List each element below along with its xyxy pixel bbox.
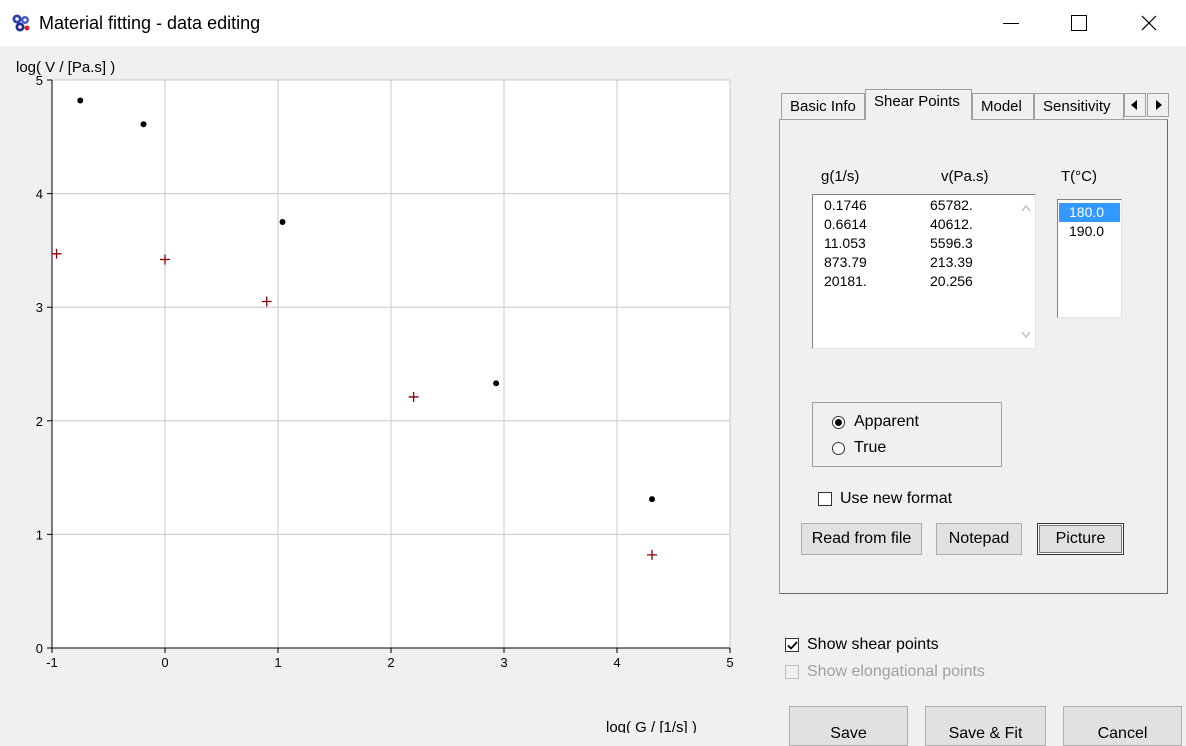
v-value: 40612.: [930, 216, 973, 232]
checkbox-label: Use new format: [840, 490, 953, 507]
checkbox-box: [785, 638, 799, 652]
checkbox-box: [818, 492, 832, 506]
x-tick-label: 2: [387, 655, 394, 670]
checkbox-label: Show shear points: [807, 636, 939, 653]
column-header-t: T(°C): [1061, 168, 1097, 185]
y-tick-label: 3: [36, 300, 43, 315]
arrow-right-icon: [1156, 100, 1162, 110]
save-and-fit-button[interactable]: Save & Fit: [925, 706, 1046, 746]
save-button[interactable]: Save: [789, 706, 908, 746]
g-value: 20181.: [824, 273, 867, 289]
arrow-left-icon: [1131, 100, 1137, 110]
viscosity-chart: -1 0 1 2 3 4 5012345 log( V / [Pa.s] ) log( G …: [16, 59, 734, 733]
minimize-icon: [1003, 22, 1019, 24]
y-tick-label: 4: [36, 187, 43, 202]
list-scrollbar[interactable]: [1017, 195, 1035, 348]
list-item[interactable]: 873.79 213.39: [824, 254, 1014, 273]
list-item[interactable]: 11.053 5596.3: [824, 235, 1014, 254]
g-value: 0.1746: [824, 197, 867, 213]
tab-shear-points[interactable]: Shear Points: [865, 89, 972, 120]
picture-button[interactable]: Picture: [1037, 523, 1124, 555]
checkmark-icon: [786, 640, 798, 650]
cancel-button[interactable]: Cancel: [1063, 706, 1182, 746]
radio-true[interactable]: True: [832, 437, 886, 459]
show-shear-points-checkbox[interactable]: Show shear points: [785, 634, 939, 656]
g-value: 11.053: [824, 235, 866, 251]
g-value: 0.6614: [824, 216, 867, 232]
close-button[interactable]: [1114, 0, 1184, 46]
data-point-dot: [493, 380, 500, 387]
tab-label: Model: [981, 98, 1022, 115]
list-item[interactable]: 20181. 20.256: [824, 273, 1014, 292]
tab-model[interactable]: Model: [972, 93, 1034, 119]
x-tick-label: 0: [161, 655, 168, 670]
v-value: 5596.3: [930, 235, 973, 251]
maximize-icon: [1071, 15, 1087, 31]
minimize-button[interactable]: [976, 0, 1046, 46]
y-tick-label: 2: [36, 414, 43, 429]
x-tick-label: 5: [726, 655, 733, 670]
x-tick-label: 1: [274, 655, 281, 670]
tab-scroll-left-button[interactable]: [1124, 93, 1146, 117]
checkbox-label: Show elongational points: [807, 663, 985, 680]
tab-scroll-right-button[interactable]: [1147, 93, 1169, 117]
column-header-g: g(1/s): [821, 168, 860, 185]
y-tick-label: 0: [36, 641, 43, 656]
v-value: 213.39: [930, 254, 973, 270]
data-point-dot: [77, 97, 84, 104]
x-tick-label: 3: [500, 655, 507, 670]
radio-apparent[interactable]: Apparent: [832, 411, 919, 433]
radio-label: True: [854, 439, 887, 456]
y-axis-label: log( V / [Pa.s] ): [16, 59, 115, 76]
list-item[interactable]: 0.1746 65782.: [824, 197, 1014, 216]
maximize-button[interactable]: [1044, 0, 1114, 46]
show-elongational-points-checkbox: Show elongational points: [785, 661, 985, 683]
x-tick-label: 4: [613, 655, 620, 670]
gear-cluster-icon[interactable]: [10, 12, 32, 34]
y-tick-label: 1: [36, 527, 43, 542]
temperature-item[interactable]: 180.0: [1059, 203, 1120, 222]
use-new-format-checkbox[interactable]: Use new format: [818, 488, 952, 510]
list-item[interactable]: 0.6614 40612.: [824, 216, 1014, 235]
temperature-item[interactable]: 190.0: [1059, 222, 1120, 241]
scroll-arrows: [1021, 204, 1031, 339]
tab-basic-info[interactable]: Basic Info: [781, 93, 865, 119]
data-point-dot: [649, 496, 656, 503]
x-axis-label: log( G / [1/s] ): [606, 719, 697, 733]
radio-indicator: [832, 441, 845, 455]
tab-sensitivity[interactable]: Sensitivity: [1034, 93, 1124, 119]
radio-label: Apparent: [854, 413, 919, 430]
tab-label: Sensitivity: [1043, 98, 1111, 115]
v-value: 65782.: [930, 197, 973, 213]
checkbox-box: [785, 665, 799, 679]
radio-indicator: [832, 415, 845, 429]
notepad-button[interactable]: Notepad: [936, 523, 1022, 555]
v-value: 20.256: [930, 273, 973, 289]
column-header-v: v(Pa.s): [941, 168, 989, 185]
window-title: Material fitting - data editing: [39, 13, 261, 33]
temperature-list[interactable]: 180.0 190.0: [1057, 199, 1122, 318]
g-value: 873.79: [824, 254, 867, 270]
title-bar: Material fitting - data editing: [0, 0, 1186, 46]
data-point-dot: [140, 121, 147, 128]
tab-label: Shear Points: [874, 93, 960, 110]
close-icon: [1141, 15, 1157, 31]
x-tick-label: -1: [46, 655, 58, 670]
read-from-file-button[interactable]: Read from file: [801, 523, 922, 555]
data-point-dot: [279, 219, 286, 225]
tab-label: Basic Info: [790, 98, 856, 115]
shear-points-list[interactable]: 0.1746 65782. 0.6614 40612. 11.053 5596.3 8…: [812, 194, 1036, 349]
